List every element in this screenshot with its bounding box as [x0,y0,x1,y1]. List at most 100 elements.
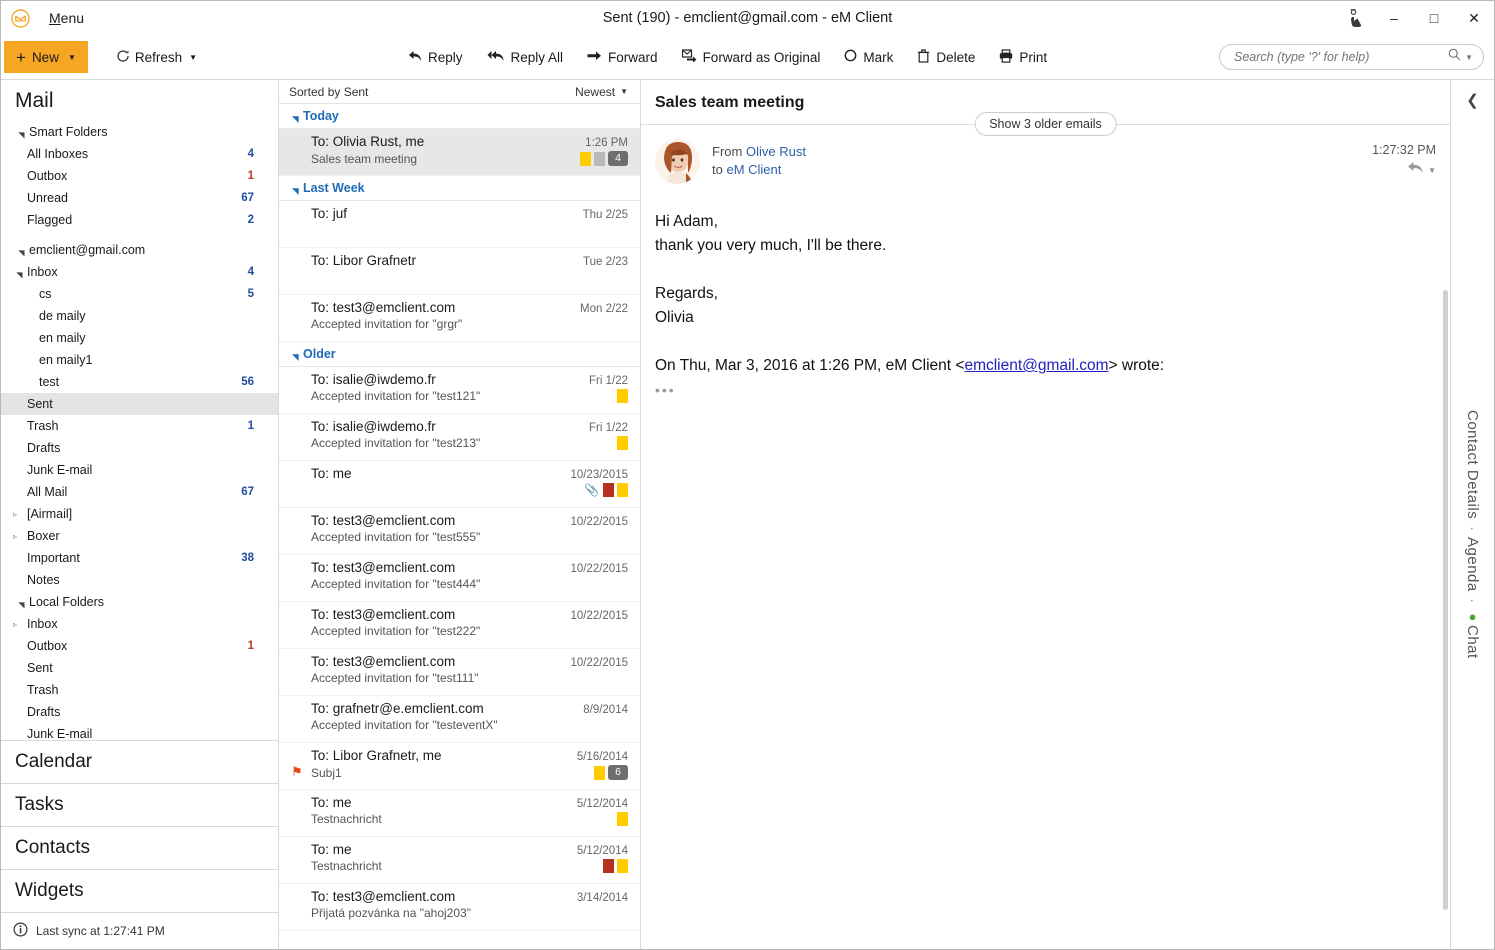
sidebar-section-calendar[interactable]: Calendar [1,741,278,784]
minimize-button[interactable]: – [1374,3,1414,33]
rail-chat[interactable]: Chat [1464,625,1481,659]
message-list-item[interactable]: To: me 10/23/2015 📎 [279,461,640,508]
message-list-item[interactable]: To: test3@emclient.com 3/14/2014 Přijatá p… [279,884,640,931]
delete-button[interactable]: Delete [915,42,977,72]
rail-sections[interactable]: Contact Details · Agenda · ● Chat [1464,120,1481,949]
sidebar-folder-flagged[interactable]: Flagged 2 [1,209,278,231]
sidebar-folder-drafts[interactable]: Drafts [1,437,278,459]
rail-contact-details[interactable]: Contact Details [1464,410,1481,519]
folder-group-label: emclient@gmail.com [29,243,146,257]
mark-circle-icon [844,49,857,65]
folder-tree[interactable]: ◢ Smart Folders All Inboxes 4 Outbox 1 Unread 6… [1,121,278,740]
forward-as-original-button[interactable]: Forward as Original [680,42,823,72]
maximize-button[interactable]: □ [1414,3,1454,33]
chevron-down-icon[interactable]: ▼ [1465,53,1473,62]
message-list-item[interactable]: To: me 5/12/2014 Testnachricht [279,790,640,837]
sort-label[interactable]: Sorted by Sent [289,85,368,99]
message-group-older[interactable]: ◢ Older [279,342,640,367]
sidebar-folder-junk-e-mail[interactable]: Junk E-mail [1,459,278,481]
sidebar-folder--airmail-[interactable]: ▹ [Airmail] [1,503,278,525]
triangle-collapsed-icon[interactable]: ▹ [13,620,25,629]
message-list-item[interactable]: To: test3@emclient.com 10/22/2015 Accepted… [279,508,640,555]
sidebar-folder-cs[interactable]: cs 5 [1,283,278,305]
sidebar-folder-drafts[interactable]: Drafts [1,701,278,723]
message-list-item[interactable]: To: isalie@iwdemo.fr Fri 1/22 Accepted inv… [279,414,640,461]
sidebar-folder-inbox[interactable]: ◢ Inbox 4 [1,261,278,283]
sidebar-nav-sections[interactable]: Calendar Tasks Contacts Widgets [1,740,278,913]
new-button[interactable]: + New ▼ [4,41,88,73]
triangle-collapsed-icon[interactable]: ▹ [13,510,25,519]
quote-email-link[interactable]: emclient@gmail.com [964,357,1108,374]
sidebar-folder-en-maily[interactable]: en maily [1,327,278,349]
message-list-item[interactable]: To: test3@emclient.com 10/22/2015 Accepted… [279,649,640,696]
message-list-item[interactable]: To: Olivia Rust, me 1:26 PM Sales team mee… [279,129,640,176]
chevron-left-icon[interactable]: ❮ [1451,80,1494,120]
sidebar-folder-notes[interactable]: Notes [1,569,278,591]
sidebar-folder-trash[interactable]: Trash 1 [1,415,278,437]
message-subject: Accepted invitation for "test222" [311,624,481,638]
message-group-today[interactable]: ◢ Today [279,104,640,129]
message-list-item[interactable]: ⚑ To: Libor Grafnetr, me 5/16/2014 Subj1 6 [279,743,640,790]
sidebar-folder-sent[interactable]: Sent [1,393,278,415]
message-list-item[interactable]: To: me 5/12/2014 Testnachricht [279,837,640,884]
sidebar-folder-outbox[interactable]: Outbox 1 [1,635,278,657]
search-box[interactable]: ▼ [1219,44,1484,70]
folder-unread-count: 1 [247,170,254,182]
to-recipient-link[interactable]: eM Client [726,162,781,177]
search-icon[interactable] [1448,48,1461,66]
triangle-expanded-icon[interactable]: ◢ [15,266,24,278]
collapsed-quote-button[interactable]: ••• [655,378,1430,402]
sidebar-folder-junk-e-mail[interactable]: Junk E-mail [1,723,278,740]
sidebar-folder-inbox[interactable]: ▹ Inbox [1,613,278,635]
sidebar-folder-outbox[interactable]: Outbox 1 [1,165,278,187]
folder-group-emclient-gmail-com[interactable]: ◢ emclient@gmail.com [1,239,278,261]
sidebar-folder-test[interactable]: test 56 [1,371,278,393]
touch-pointer-icon[interactable] [1338,3,1374,33]
message-list-item[interactable]: To: test3@emclient.com 10/22/2015 Accepted… [279,555,640,602]
reply-all-button[interactable]: Reply All [485,42,566,72]
message-list-item[interactable]: To: test3@emclient.com Mon 2/22 Accepted i… [279,295,640,342]
folder-label: Flagged [27,213,73,227]
sidebar-folder-boxer[interactable]: ▹ Boxer [1,525,278,547]
message-row-top: To: me 5/12/2014 [311,795,628,810]
sidebar-folder-important[interactable]: Important 38 [1,547,278,569]
rail-agenda[interactable]: Agenda [1464,537,1481,592]
search-input[interactable] [1220,50,1449,64]
sidebar-folder-all-inboxes[interactable]: All Inboxes 4 [1,143,278,165]
sort-order-button[interactable]: Newest ▼ [575,85,628,99]
reply-button[interactable]: Reply [406,42,465,72]
print-button[interactable]: Print [997,42,1049,72]
reading-pane-scrollbar[interactable] [1443,290,1448,910]
message-list[interactable]: ◢ Today To: Olivia Rust, me 1:26 PM Sales te… [279,104,640,949]
message-list-item[interactable]: To: Libor Grafnetr Tue 2/23 [279,248,640,295]
contact-photo-avatar[interactable] [655,139,700,184]
close-button[interactable]: ✕ [1454,3,1494,33]
show-older-emails-button[interactable]: Show 3 older emails [974,112,1117,136]
menu-button[interactable]: Menu [45,8,88,28]
folder-group-local-folders[interactable]: ◢ Local Folders [1,591,278,613]
sidebar-folder-all-mail[interactable]: All Mail 67 [1,481,278,503]
sidebar-folder-de-maily[interactable]: de maily [1,305,278,327]
message-list-item[interactable]: To: isalie@iwdemo.fr Fri 1/22 Accepted inv… [279,367,640,414]
message-list-item[interactable]: To: juf Thu 2/25 [279,201,640,248]
sidebar-folder-en-maily1[interactable]: en maily1 [1,349,278,371]
message-tags [611,436,628,450]
message-list-item[interactable]: To: test3@emclient.com 10/22/2015 Accepted… [279,602,640,649]
message-group-last-week[interactable]: ◢ Last Week [279,176,640,201]
from-sender-link[interactable]: Olive Rust [746,144,806,159]
sidebar-folder-unread[interactable]: Unread 67 [1,187,278,209]
message-list-item[interactable]: To: grafnetr@e.emclient.com 8/9/2014 Accep… [279,696,640,743]
message-date: 10/23/2015 [570,469,628,481]
refresh-button[interactable]: Refresh ▼ [110,42,203,72]
sidebar-folder-trash[interactable]: Trash [1,679,278,701]
triangle-collapsed-icon[interactable]: ▹ [13,532,25,541]
folder-group-smart-folders[interactable]: ◢ Smart Folders [1,121,278,143]
sidebar-folder-sent[interactable]: Sent [1,657,278,679]
forward-button[interactable]: Forward [585,42,660,72]
mark-button[interactable]: Mark [842,42,895,72]
flag-icon[interactable]: ⚑ [291,764,303,780]
sidebar-section-tasks[interactable]: Tasks [1,784,278,827]
sidebar-section-contacts[interactable]: Contacts [1,827,278,870]
quick-reply-button[interactable]: ▼ [1372,161,1436,179]
sidebar-section-widgets[interactable]: Widgets [1,870,278,913]
